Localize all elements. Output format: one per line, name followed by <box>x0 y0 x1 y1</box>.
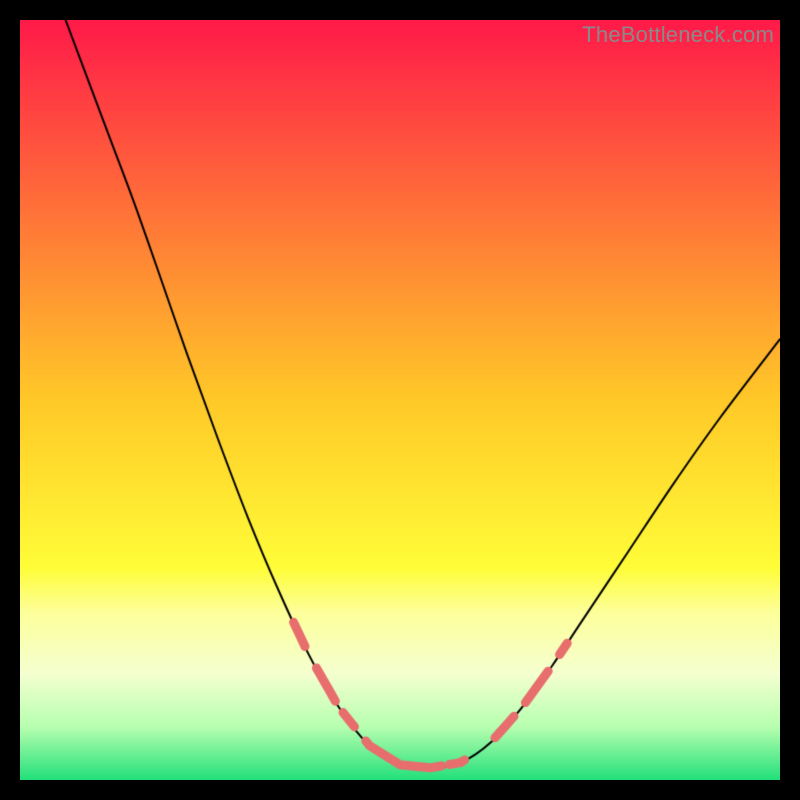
watermark-label: TheBottleneck.com <box>582 22 774 48</box>
chart-frame: TheBottleneck.com <box>20 20 780 780</box>
bottleneck-chart-canvas <box>20 20 780 780</box>
